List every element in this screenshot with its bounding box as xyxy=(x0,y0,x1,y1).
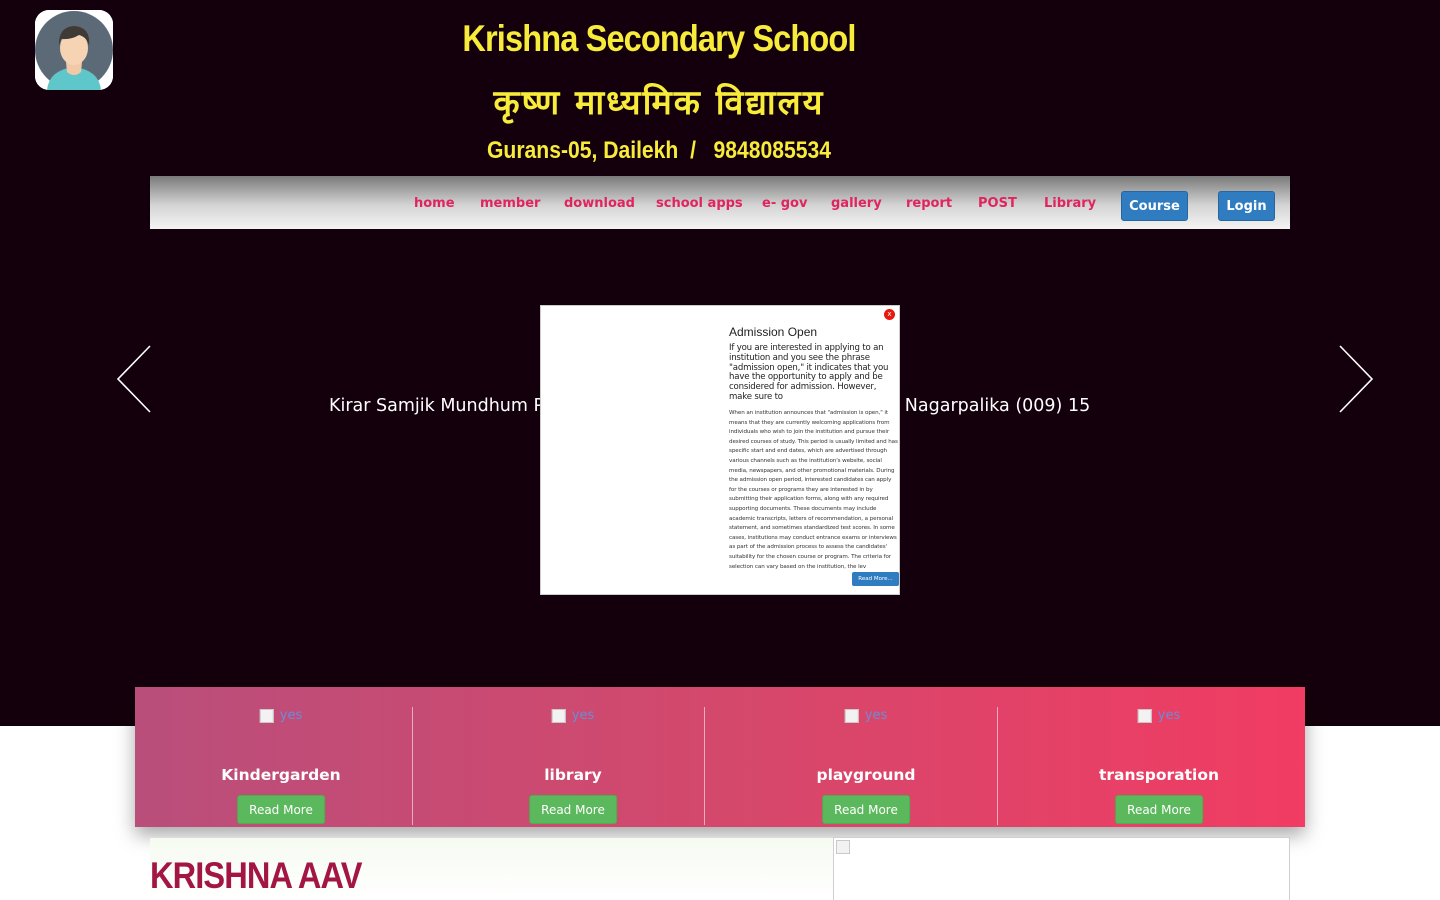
nav-school-apps[interactable]: school apps xyxy=(656,196,743,211)
login-button[interactable]: Login xyxy=(1218,191,1275,221)
chevron-left-icon[interactable] xyxy=(116,345,152,417)
nav-download[interactable]: download xyxy=(564,196,635,211)
service-image: yes xyxy=(1137,708,1180,723)
nav-report[interactable]: report xyxy=(906,196,952,211)
popup-body-text: When an institution announces that "admi… xyxy=(729,410,898,570)
service-divider xyxy=(704,707,705,825)
admission-popup: x Admission Open If you are interested i… xyxy=(540,305,900,595)
nav-member[interactable]: member xyxy=(480,196,540,211)
school-address: Gurans-05, Dailekh / 9848085534 xyxy=(487,137,831,164)
broken-image-icon xyxy=(551,708,566,723)
read-more-button[interactable]: Read More xyxy=(237,795,325,824)
service-card: yes Kindergarden Read More xyxy=(135,687,427,827)
service-image: yes xyxy=(551,708,594,723)
read-more-button[interactable]: Read More xyxy=(529,795,617,824)
read-more-button[interactable]: Read More xyxy=(822,795,910,824)
service-card: yes playground Read More xyxy=(720,687,1012,827)
service-title: library xyxy=(544,766,602,784)
about-image xyxy=(833,837,1290,900)
service-title: transporation xyxy=(1098,766,1220,784)
nav-gallery[interactable]: gallery xyxy=(831,196,882,211)
service-image: yes xyxy=(259,708,302,723)
nav-library[interactable]: Library xyxy=(1044,196,1096,211)
broken-image-icon xyxy=(259,708,274,723)
popup-read-more-button[interactable]: Read More... xyxy=(852,572,899,586)
service-title: playground xyxy=(816,766,916,784)
broken-image-icon xyxy=(836,840,850,854)
service-title: Kindergarden xyxy=(221,766,341,784)
nav-post[interactable]: POST xyxy=(978,196,1017,211)
about-title: KRISHNA AAV xyxy=(150,855,362,896)
popup-title: Admission Open xyxy=(729,325,818,339)
chevron-right-icon[interactable] xyxy=(1338,345,1374,417)
service-divider xyxy=(412,707,413,825)
service-image: yes xyxy=(844,708,887,723)
popup-lead-text: If you are interested in applying to an … xyxy=(729,343,889,402)
main-navbar: home member download school apps e- gov … xyxy=(150,176,1290,229)
broken-image-icon xyxy=(844,708,859,723)
course-button[interactable]: Course xyxy=(1121,191,1188,221)
broken-image-icon xyxy=(1137,708,1152,723)
nav-e-gov[interactable]: e- gov xyxy=(762,196,807,211)
nav-home[interactable]: home xyxy=(414,196,455,211)
services-strip: yes Kindergarden Read More yes library R… xyxy=(135,687,1305,827)
school-name: Krishna Secondary School xyxy=(462,18,856,59)
read-more-button[interactable]: Read More xyxy=(1115,795,1203,824)
service-card: yes transporation Read More xyxy=(1013,687,1305,827)
service-card: yes library Read More xyxy=(427,687,719,827)
close-icon[interactable]: x xyxy=(884,309,895,320)
school-name-nepali: कृष्ण माध्यमिक विद्यालय xyxy=(493,83,825,123)
service-divider xyxy=(997,707,998,825)
